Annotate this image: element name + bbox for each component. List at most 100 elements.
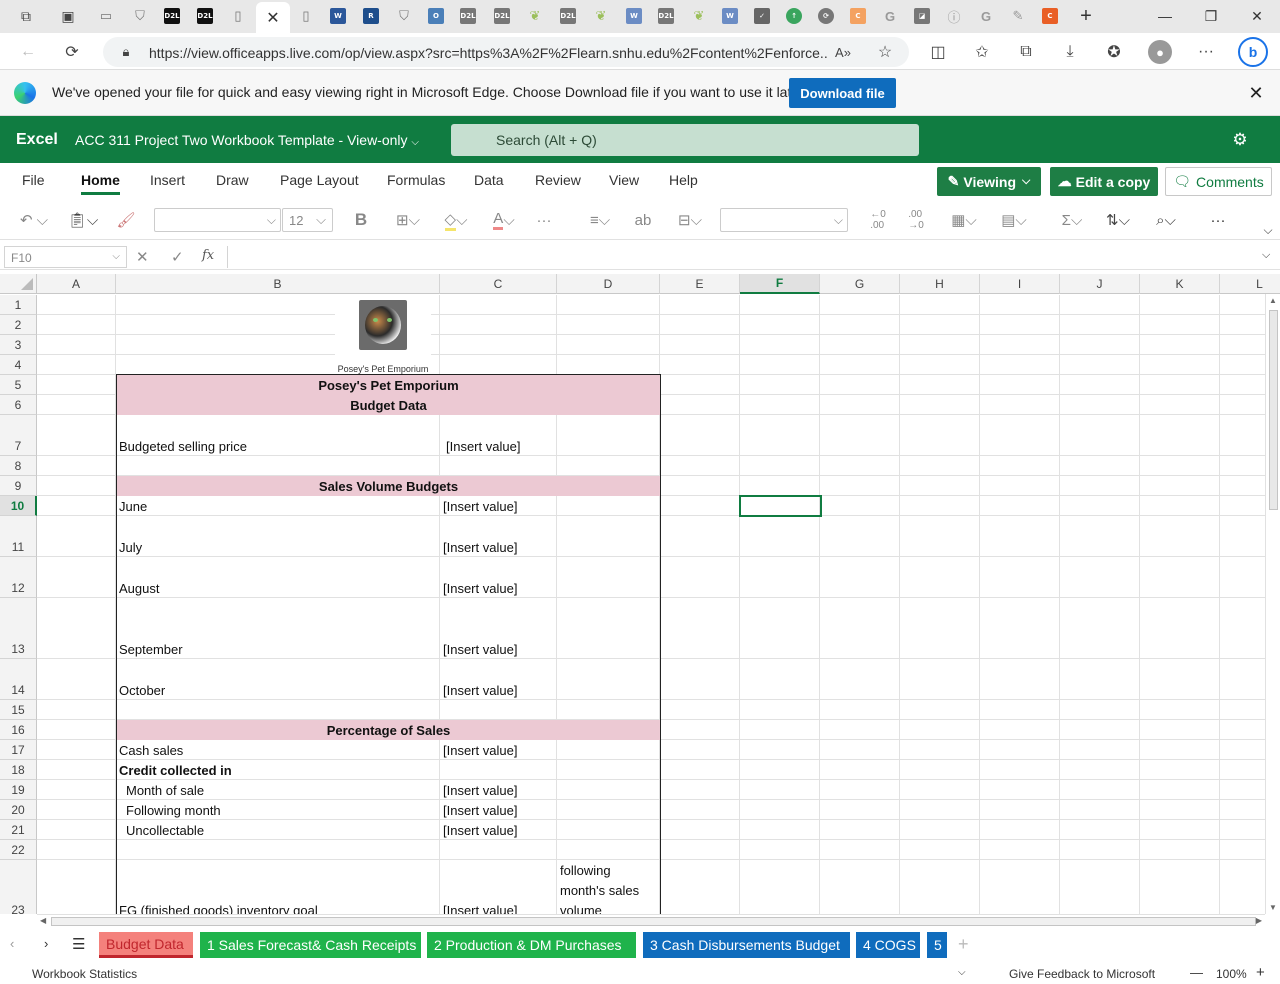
tab-c-1[interactable]: C — [844, 4, 872, 28]
tab-d2l-5[interactable]: D2L — [554, 4, 582, 28]
comments-button[interactable]: 🗨︎ Comments — [1165, 167, 1272, 196]
october-value[interactable]: [Insert value] — [443, 683, 517, 698]
next-sheet-icon[interactable]: › — [44, 936, 48, 951]
font-color-icon[interactable]: A ⌵ — [486, 208, 522, 232]
row-header[interactable]: 14 — [0, 659, 37, 700]
row-header[interactable]: 8 — [0, 456, 37, 476]
column-header[interactable]: B — [116, 274, 440, 294]
row-header[interactable]: 15 — [0, 700, 37, 720]
column-header[interactable]: K — [1140, 274, 1220, 294]
row-header[interactable]: 12 — [0, 557, 37, 598]
font-size-select[interactable]: 12 ⌵ — [282, 208, 333, 232]
edit-copy-button[interactable]: ☁ Edit a copy — [1050, 167, 1158, 196]
row-header[interactable]: 23 — [0, 860, 37, 914]
horizontal-scrollbar[interactable]: ◀ ▶ — [37, 914, 1265, 928]
tab-view[interactable]: View — [609, 172, 639, 188]
row-header[interactable]: 4 — [0, 355, 37, 375]
tab-upload[interactable]: ↑ — [780, 4, 808, 28]
row-header[interactable]: 5 — [0, 375, 37, 395]
settings-gear-icon[interactable]: ⚙ — [1230, 130, 1250, 150]
expand-ribbon-icon[interactable]: ⌵ — [1260, 218, 1276, 242]
row-header[interactable]: 11 — [0, 516, 37, 557]
select-all-corner[interactable] — [0, 274, 37, 294]
tab-shield-2[interactable]: ⛉ — [390, 4, 418, 28]
more-toolbar-icon[interactable]: ··· — [1206, 208, 1230, 232]
close-infobar-icon[interactable]: ✕ — [1245, 82, 1267, 104]
tab-google-1[interactable]: G — [876, 4, 904, 28]
row-header[interactable]: 19 — [0, 780, 37, 800]
enter-formula-icon[interactable]: ✓ — [171, 248, 191, 266]
selling-price-value[interactable]: [Insert value] — [446, 439, 520, 454]
font-family-select[interactable]: ⌵ — [154, 208, 281, 232]
row-header[interactable]: 18 — [0, 760, 37, 780]
downloads-icon[interactable]: ⤓ — [1058, 41, 1082, 63]
sheet-tab-production[interactable]: 2 Production & DM Purchases — [427, 932, 636, 958]
spreadsheet-grid[interactable]: ABCDEFGHIJKL 1 2 3 4 5 6 7 8 9 10 11 12 13 14 15 16 17 18… — [0, 274, 1280, 914]
undo-icon[interactable]: ↶ ⌵ — [16, 208, 52, 232]
month-of-sale-value[interactable]: [Insert value] — [443, 783, 517, 798]
row-header[interactable]: 22 — [0, 840, 37, 860]
tab-check[interactable]: ✓ — [748, 4, 776, 28]
tab-square[interactable]: ◪ — [908, 4, 936, 28]
tab-word-3[interactable]: W — [716, 4, 744, 28]
workspaces-icon[interactable]: ⧉ — [12, 4, 40, 28]
sheet-tab-cogs[interactable]: 4 COGS — [856, 932, 920, 958]
tab-google-2[interactable]: G — [972, 4, 1000, 28]
tab-info[interactable]: ⓘ — [940, 4, 968, 28]
vertical-scrollbar[interactable]: ▲ ▼ — [1265, 294, 1280, 914]
download-file-button[interactable]: Download file — [789, 78, 896, 108]
format-painter-icon[interactable]: 🖌︎ — [114, 208, 138, 232]
split-screen-icon[interactable]: ◫ — [926, 41, 950, 63]
tab-shield-1[interactable]: ⛉ — [126, 4, 154, 28]
column-header[interactable]: C — [440, 274, 557, 294]
favorite-star-icon[interactable]: ☆ — [875, 43, 895, 61]
tab-help[interactable]: Help — [669, 172, 698, 188]
tab-blank-1[interactable]: ▭ — [92, 4, 120, 28]
tab-outlook[interactable]: O — [422, 4, 450, 28]
minimize-icon[interactable]: — — [1142, 0, 1188, 32]
tab-data[interactable]: Data — [474, 172, 504, 188]
tab-page-layout[interactable]: Page Layout — [280, 172, 359, 188]
row-header[interactable]: 9 — [0, 476, 37, 496]
fg-inventory-value[interactable]: [Insert value] — [443, 903, 517, 914]
tab-review[interactable]: Review — [535, 172, 581, 188]
column-header[interactable]: D — [557, 274, 660, 294]
row-header[interactable]: 10 — [0, 496, 37, 516]
column-header[interactable]: A — [37, 274, 116, 294]
wrap-text-icon[interactable]: ab — [632, 208, 654, 232]
tab-refresh[interactable]: ⟳ — [812, 4, 840, 28]
more-font-options-icon[interactable]: ··· — [532, 208, 556, 232]
read-aloud-icon[interactable]: A» — [833, 43, 853, 61]
bold-icon[interactable]: B — [350, 208, 372, 232]
column-header[interactable]: E — [660, 274, 740, 294]
column-header[interactable]: F — [740, 274, 820, 294]
tab-formulas[interactable]: Formulas — [387, 172, 445, 188]
name-box[interactable]: F10 ⌵ — [4, 246, 127, 268]
tab-leaf-3[interactable]: ❦ — [685, 4, 713, 28]
doc-title[interactable]: ACC 311 Project Two Workbook Template - … — [75, 132, 419, 148]
workbook-stats[interactable]: Workbook Statistics — [32, 967, 137, 981]
tab-d2l-6[interactable]: D2L — [652, 4, 680, 28]
find-icon[interactable]: ⌕⌵ — [1148, 208, 1184, 232]
column-header[interactable]: I — [980, 274, 1060, 294]
fill-color-icon[interactable]: ◇ ⌵ — [438, 208, 474, 232]
paste-icon[interactable]: 📋︎⌵ — [64, 208, 102, 232]
tab-d2l-4[interactable]: D2L — [488, 4, 516, 28]
sheet-tab-budget-data[interactable]: Budget Data — [99, 932, 193, 958]
row-header[interactable]: 1 — [0, 295, 37, 315]
tab-active-excel[interactable]: ✕ — [256, 2, 290, 33]
column-header[interactable]: G — [820, 274, 900, 294]
column-header[interactable]: H — [900, 274, 980, 294]
column-header[interactable]: J — [1060, 274, 1140, 294]
extensions-icon[interactable]: ✪ — [1102, 41, 1126, 63]
bing-icon[interactable]: b — [1238, 37, 1268, 67]
zoom-in-icon[interactable]: + — [1256, 964, 1265, 981]
add-sheet-icon[interactable]: + — [958, 934, 969, 955]
tab-d2l-3[interactable]: D2L — [454, 4, 482, 28]
back-icon[interactable]: ← — [16, 41, 40, 63]
refresh-icon[interactable]: ⟳ — [60, 41, 84, 63]
sheet-list-icon[interactable]: ☰ — [72, 935, 85, 953]
conditional-format-icon[interactable]: ▦⌵ — [946, 208, 982, 232]
row-header[interactable]: 17 — [0, 740, 37, 760]
august-value[interactable]: [Insert value] — [443, 581, 517, 596]
